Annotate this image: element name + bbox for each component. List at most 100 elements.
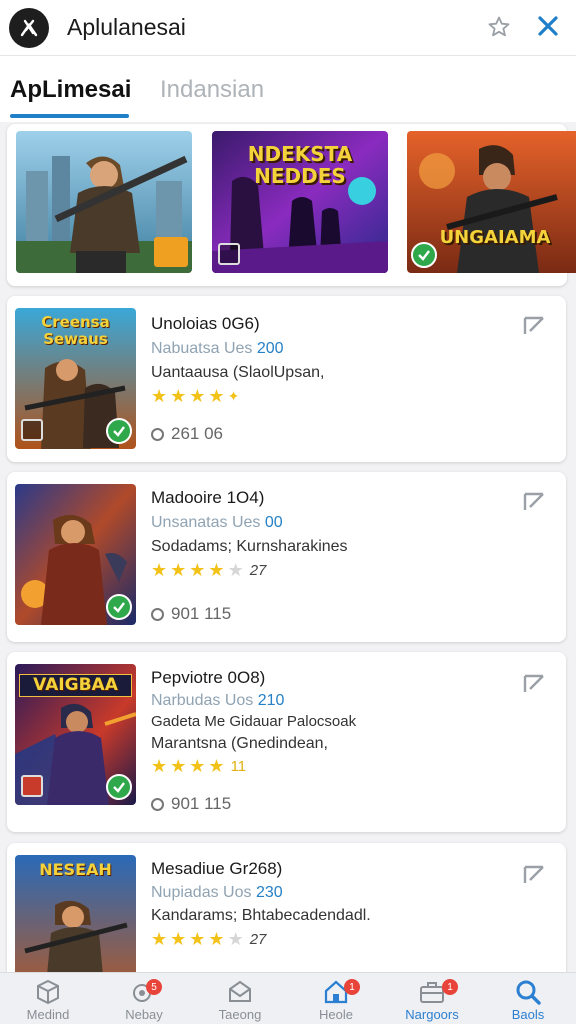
game-description: Kandarams; Bhtabecadendadl. bbox=[151, 907, 371, 924]
star-empty-icon: ★ bbox=[227, 929, 244, 949]
download-count: 901 115 bbox=[151, 794, 231, 814]
download-count-value: 901 115 bbox=[171, 604, 232, 623]
grid-icon bbox=[154, 237, 188, 267]
game-card[interactable]: Madooire 1O4) Unsanatas Ues 00 Sodadams;… bbox=[7, 472, 566, 642]
tab-indansian[interactable]: Indansian bbox=[160, 76, 264, 104]
game-description-2: Marantsna (Gnedindean, bbox=[151, 735, 328, 752]
download-count: 261 06 bbox=[151, 424, 223, 444]
game-card[interactable]: Creensa Sewaus Unoloias 0G6) Nabuatsa Ue… bbox=[7, 296, 566, 462]
nav-label: Nargoors bbox=[405, 1007, 459, 1022]
verified-check-icon bbox=[106, 774, 132, 800]
rating-count: 27 bbox=[249, 562, 267, 579]
tab-bar: ApLimesai Indansian bbox=[0, 56, 576, 122]
bottom-navigation: Medind 5 Nebay Taeong 1 Heole 1 Nargoors… bbox=[0, 972, 576, 1024]
game-subtitle: Nupiadas Uos 230 bbox=[151, 884, 283, 902]
game-subtitle: Unsanatas Ues 00 bbox=[151, 514, 283, 532]
verified-check-icon bbox=[106, 594, 132, 620]
nav-item-taeong[interactable]: Taeong bbox=[192, 973, 288, 1024]
bookmark-icon[interactable] bbox=[522, 314, 546, 338]
cube-icon bbox=[37, 979, 59, 1005]
star-icon: ★ bbox=[151, 386, 168, 406]
star-icon: ★ bbox=[189, 560, 206, 580]
rating-stars: ★ ★ ★ ★ 11 bbox=[151, 756, 246, 777]
mail-icon bbox=[229, 980, 251, 1002]
nav-item-baols[interactable]: Baols bbox=[480, 973, 576, 1024]
game-title[interactable]: Madooire 1O4) bbox=[151, 488, 264, 508]
star-icon[interactable] bbox=[484, 12, 514, 42]
featured-carousel: NDEKSTA NEDDES UNGAIAMA bbox=[7, 124, 576, 286]
featured-banner-1[interactable] bbox=[16, 131, 192, 273]
star-icon: ★ bbox=[208, 560, 225, 580]
close-icon[interactable] bbox=[533, 11, 563, 41]
download-count-value: 261 06 bbox=[171, 424, 223, 443]
subtitle-value: 230 bbox=[255, 884, 283, 901]
game-description: Sodadams; Kurnsharakines bbox=[151, 538, 348, 555]
game-thumbnail[interactable]: Creensa Sewaus bbox=[15, 308, 136, 449]
nav-label: Baols bbox=[511, 1007, 545, 1022]
rating-stars: ★ ★ ★ ★ ✦ bbox=[151, 386, 239, 407]
nav-label: Nebay bbox=[125, 1007, 163, 1022]
star-icon: ★ bbox=[189, 386, 206, 406]
circle-icon bbox=[151, 607, 164, 621]
star-icon: ★ bbox=[189, 929, 206, 949]
featured-banner-title: NDEKSTA NEDDES bbox=[247, 142, 353, 188]
star-icon: ★ bbox=[170, 929, 187, 949]
game-description: Gadeta Me Gidauar Palocsoak bbox=[151, 713, 357, 730]
tab-aplimesai[interactable]: ApLimesai bbox=[10, 76, 131, 104]
download-count-value: 901 115 bbox=[171, 794, 232, 813]
featured-banner-3[interactable]: UNGAIAMA bbox=[407, 131, 576, 273]
bookmark-icon[interactable] bbox=[522, 863, 546, 887]
circle-icon bbox=[151, 427, 164, 441]
store-icon bbox=[218, 243, 240, 265]
star-icon: ★ bbox=[151, 929, 168, 949]
notification-badge: 1 bbox=[442, 979, 458, 995]
game-subtitle: Nabuatsa Ues 200 bbox=[151, 340, 284, 358]
subtitle-label: Unsanatas Ues bbox=[151, 514, 261, 531]
verified-check-icon bbox=[106, 418, 132, 444]
game-thumbnail-title: NESEAH bbox=[39, 860, 112, 879]
search-icon bbox=[516, 980, 541, 1005]
nav-label: Taeong bbox=[218, 1007, 262, 1022]
nav-label: Medind bbox=[26, 1007, 70, 1022]
app-title: Aplulanesai bbox=[67, 14, 186, 40]
subtitle-value: 200 bbox=[256, 340, 284, 357]
game-description: Uantaausa (SlaolUpsan, bbox=[151, 364, 325, 381]
rating-count: 11 bbox=[230, 758, 247, 775]
game-subtitle: Narbudas Uos 210 bbox=[151, 692, 284, 710]
bookmark-icon[interactable] bbox=[522, 672, 546, 696]
star-icon: ★ bbox=[170, 560, 187, 580]
rating-count: 27 bbox=[249, 931, 267, 948]
notification-badge: 1 bbox=[344, 979, 360, 995]
subtitle-label: Nupiadas Uos bbox=[151, 884, 252, 901]
circle-icon bbox=[151, 797, 164, 811]
game-title[interactable]: Pepviotre 0O8) bbox=[151, 668, 265, 688]
game-thumbnail[interactable] bbox=[15, 484, 136, 625]
active-tab-indicator bbox=[10, 114, 129, 118]
nav-item-nebay[interactable]: 5 Nebay bbox=[96, 973, 192, 1024]
game-card[interactable]: VAIGBAA Pepviotre 0O8) Narbudas Uos 210 … bbox=[7, 652, 566, 832]
bookmark-icon[interactable] bbox=[522, 490, 546, 514]
anchor-icon bbox=[21, 419, 43, 441]
nav-item-heole[interactable]: 1 Heole bbox=[288, 973, 384, 1024]
game-title[interactable]: Unoloias 0G6) bbox=[151, 314, 260, 334]
game-title[interactable]: Mesadiue Gr268) bbox=[151, 859, 282, 879]
star-icon: ★ bbox=[170, 386, 187, 406]
rating-stars: ★ ★ ★ ★ ★ 27 bbox=[151, 560, 266, 581]
star-icon: ★ bbox=[151, 756, 168, 776]
half-star-icon: ✦ bbox=[227, 388, 240, 404]
star-icon: ★ bbox=[208, 756, 225, 776]
rating-stars: ★ ★ ★ ★ ★ 27 bbox=[151, 929, 266, 950]
subtitle-value: 210 bbox=[257, 692, 285, 709]
star-icon: ★ bbox=[208, 929, 225, 949]
app-logo-icon[interactable] bbox=[9, 7, 49, 48]
nav-item-medind[interactable]: Medind bbox=[0, 973, 96, 1024]
star-empty-icon: ★ bbox=[227, 560, 244, 580]
nav-item-nargoors[interactable]: 1 Nargoors bbox=[384, 973, 480, 1024]
app-bar: Aplulanesai bbox=[0, 0, 576, 56]
game-thumbnail[interactable]: VAIGBAA bbox=[15, 664, 136, 805]
star-icon: ★ bbox=[208, 386, 225, 406]
subtitle-value: 00 bbox=[264, 514, 283, 531]
star-icon: ★ bbox=[170, 756, 187, 776]
featured-banner-2[interactable]: NDEKSTA NEDDES bbox=[212, 131, 388, 273]
star-icon: ★ bbox=[189, 756, 206, 776]
